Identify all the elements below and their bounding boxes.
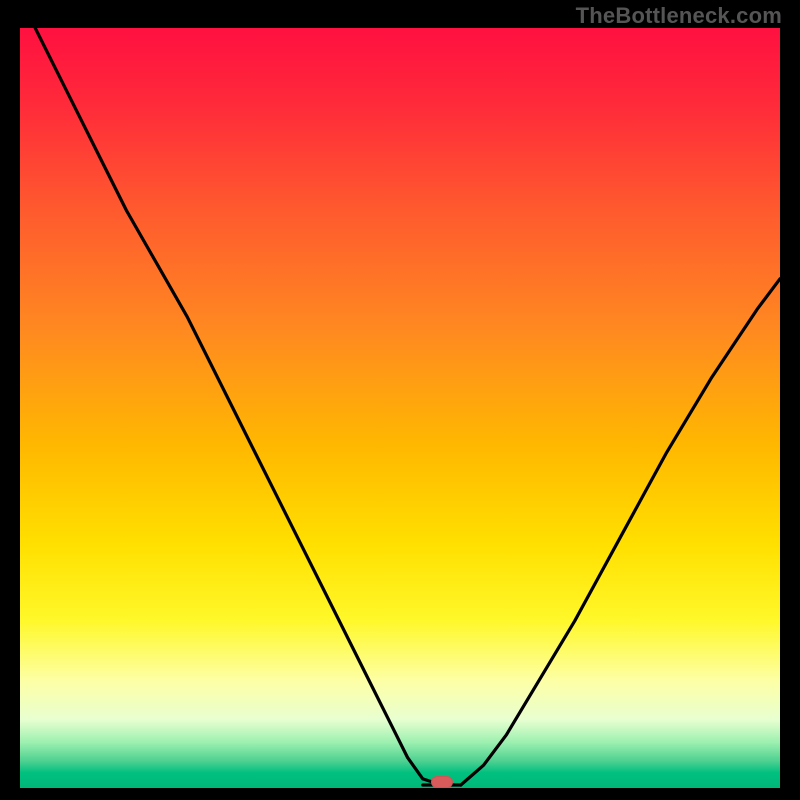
optimum-marker (431, 776, 453, 788)
plot-area (20, 28, 780, 788)
chart-frame: TheBottleneck.com (0, 0, 800, 800)
watermark-label: TheBottleneck.com (576, 3, 782, 29)
bottleneck-curve (20, 28, 780, 788)
curve-right-path (461, 279, 780, 785)
curve-left-path (35, 28, 442, 785)
